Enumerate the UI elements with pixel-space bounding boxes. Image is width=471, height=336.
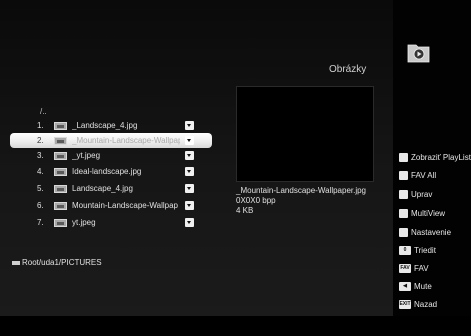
menu-item-mute[interactable]: ◀ Mute: [399, 279, 471, 295]
file-name: yt.jpeg: [72, 218, 96, 227]
bottom-strip: [0, 316, 471, 336]
menu-item-settings[interactable]: Nastavenie: [399, 225, 471, 241]
mute-speaker-icon: ◀: [399, 282, 411, 291]
list-item[interactable]: 1. _Landscape_4.jpg: [30, 118, 230, 133]
menu-item-fav[interactable]: FAV FAV: [399, 261, 471, 277]
menu-item-label: Nastavenie: [411, 228, 452, 237]
image-file-icon: [54, 168, 67, 176]
breadcrumb: Root/uda1/PICTURES: [12, 258, 102, 267]
list-item[interactable]: 7. yt.jpeg: [30, 215, 230, 230]
breadcrumb-path: Root/uda1/PICTURES: [22, 258, 102, 267]
file-name: _Landscape_4.jpg: [72, 121, 138, 130]
item-number: 1.: [37, 121, 44, 130]
checkbox-down-icon[interactable]: [185, 184, 194, 193]
blue-key-icon: [399, 209, 408, 218]
menu-item-multiview[interactable]: MultiView: [399, 206, 471, 222]
menu-item-label: Mute: [414, 282, 432, 291]
item-number: 4.: [37, 167, 44, 176]
file-name: Mountain-Landscape-Wallpap: [72, 201, 178, 210]
checkbox-down-icon[interactable]: [185, 151, 194, 160]
menu-item-label: Uprav: [411, 190, 433, 199]
image-preview: [236, 86, 374, 182]
preview-filename: _Mountain-Landscape-Wallpaper.jpg: [236, 186, 367, 195]
file-name: Landscape_4.jpg: [72, 184, 133, 193]
file-name: _yt.jpeg: [72, 151, 101, 160]
list-item[interactable]: 4. Ideal-landscape.jpg: [30, 164, 230, 179]
list-item[interactable]: 5. Landscape_4.jpg: [30, 181, 230, 196]
folder-play-icon: [407, 44, 430, 63]
menu-item-fav-all[interactable]: FAV All: [399, 168, 471, 184]
menu-item-label: Triedit: [414, 246, 436, 255]
list-item[interactable]: 6. Mountain-Landscape-Wallpap: [30, 198, 230, 213]
item-number: 6.: [37, 201, 44, 210]
menu-item-label: FAV All: [411, 171, 437, 180]
item-number: 5.: [37, 184, 44, 193]
checkbox-down-icon[interactable]: [185, 201, 194, 210]
parent-folder-entry[interactable]: /..: [40, 107, 47, 116]
green-key-icon: [399, 171, 408, 180]
menu-item-edit[interactable]: Uprav: [399, 187, 471, 203]
menu-item-show-playlist[interactable]: Zobraziť PlayList: [399, 150, 471, 166]
image-file-icon: [54, 122, 67, 130]
menu-item-sort[interactable]: 0 Triedit: [399, 243, 471, 259]
preview-info: _Mountain-Landscape-Wallpaper.jpg 0X0X0 …: [236, 186, 366, 216]
file-name: _Mountain-Landscape-Wallpaper.jpg: [72, 136, 180, 145]
menu-item-label: Zobraziť PlayList: [411, 153, 471, 162]
checkbox-down-icon[interactable]: [185, 136, 194, 145]
menu-item-label: MultiView: [411, 209, 446, 218]
image-file-icon: [54, 202, 67, 210]
media-browser-screen: Obrázky /.. 1. _Landscape_4.jpg 2. _Moun…: [0, 0, 471, 336]
image-file-icon: [54, 137, 67, 145]
checkbox-down-icon[interactable]: [185, 218, 194, 227]
image-file-icon: [54, 152, 67, 160]
checkbox-down-icon[interactable]: [185, 167, 194, 176]
menu-item-label: Nazad: [414, 300, 438, 309]
item-number: 3.: [37, 151, 44, 160]
item-number: 7.: [37, 218, 44, 227]
image-file-icon: [54, 219, 67, 227]
list-item[interactable]: 3. _yt.jpeg: [30, 148, 230, 163]
item-number: 2.: [37, 136, 44, 145]
menu-item-label: FAV: [414, 264, 429, 273]
yellow-key-icon: [399, 190, 408, 199]
list-item-selected[interactable]: 2. _Mountain-Landscape-Wallpaper.jpg: [10, 133, 212, 148]
image-file-icon: [54, 185, 67, 193]
checkbox-down-icon[interactable]: [185, 121, 194, 130]
usb-drive-icon: [12, 260, 20, 265]
menu-key-icon: [399, 228, 408, 237]
preview-size: 4 KB: [236, 206, 254, 215]
file-name: Ideal-landscape.jpg: [72, 167, 142, 176]
zero-key-icon: 0: [399, 246, 411, 255]
exit-key-icon: EXIT: [399, 300, 411, 309]
menu-item-back[interactable]: EXIT Nazad: [399, 297, 471, 313]
fav-key-icon: FAV: [399, 264, 411, 273]
preview-dimensions: 0X0X0 bpp: [236, 196, 276, 205]
page-title: Obrázky: [329, 64, 367, 75]
red-key-icon: [399, 153, 408, 162]
